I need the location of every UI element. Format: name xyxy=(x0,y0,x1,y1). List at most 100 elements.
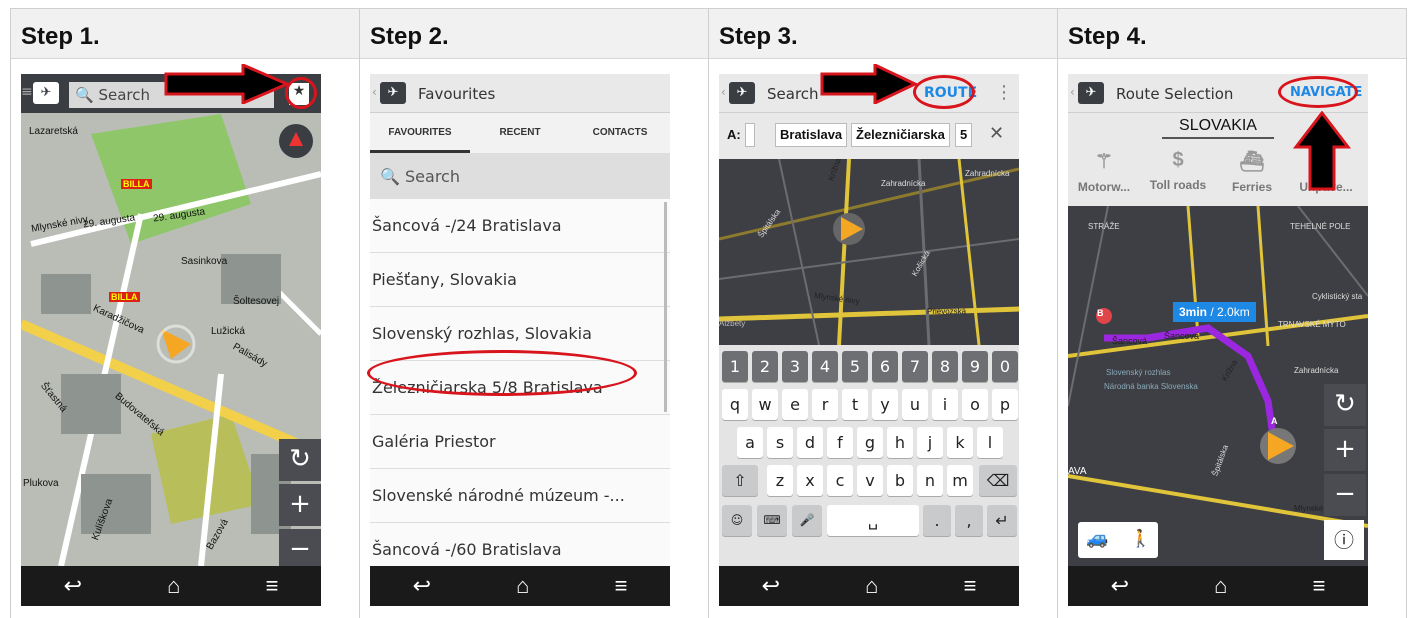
key-x[interactable]: x xyxy=(797,465,823,496)
key-i[interactable]: i xyxy=(932,389,958,420)
rotate-button[interactable]: ↻ xyxy=(279,439,321,481)
address-chip[interactable]: Železničiarska xyxy=(851,123,950,147)
key-7[interactable]: 7 xyxy=(902,351,928,382)
car-icon[interactable]: 🚙 xyxy=(1086,528,1108,549)
back-chevron-icon[interactable]: ‹ xyxy=(721,85,726,99)
key-2[interactable]: 2 xyxy=(752,351,778,382)
period-key[interactable]: . xyxy=(923,505,951,536)
page-title: Favourites xyxy=(418,85,496,103)
map-3d[interactable]: Lazaretská Mlynské nivy 29. augusta 29. … xyxy=(21,74,321,566)
home-icon[interactable]: ⌂ xyxy=(865,573,878,599)
key-c[interactable]: c xyxy=(827,465,853,496)
zoom-out-button[interactable]: − xyxy=(279,529,321,571)
key-8[interactable]: 8 xyxy=(932,351,958,382)
back-icon[interactable]: ↩ xyxy=(1111,573,1129,599)
shift-key-icon[interactable]: ⇧ xyxy=(722,465,758,496)
key-r[interactable]: r xyxy=(812,389,838,420)
backspace-key-icon[interactable]: ⌫ xyxy=(979,465,1017,496)
sygic-logo-icon: ✈ xyxy=(380,82,406,104)
option-motorways[interactable]: ⚚ Motorw... xyxy=(1068,149,1140,194)
menu-icon[interactable]: ≡ xyxy=(266,573,279,599)
tab-recent[interactable]: RECENT xyxy=(470,113,570,153)
list-item[interactable]: Šancová -/24 Bratislava xyxy=(370,199,670,253)
home-icon[interactable]: ⌂ xyxy=(167,573,180,599)
key-y[interactable]: y xyxy=(872,389,898,420)
rotate-button[interactable]: ↻ xyxy=(1324,384,1366,426)
enter-key-icon[interactable]: ↵ xyxy=(987,505,1017,536)
close-icon[interactable]: ✕ xyxy=(989,123,1004,144)
back-chevron-icon[interactable]: ‹ xyxy=(1070,85,1075,99)
key-1[interactable]: 1 xyxy=(722,351,748,382)
key-m[interactable]: m xyxy=(947,465,973,496)
key-b[interactable]: b xyxy=(887,465,913,496)
tab-contacts[interactable]: CONTACTS xyxy=(570,113,670,153)
back-icon[interactable]: ↩ xyxy=(762,573,780,599)
map-2d[interactable]: Zahradnícka Zahradnícka Mlynské nivy Pri… xyxy=(719,159,1019,345)
list-item[interactable]: Piešťany, Slovakia xyxy=(370,253,670,307)
route-duration-badge[interactable]: 3min / 2.0km xyxy=(1173,302,1256,322)
zoom-in-button[interactable]: + xyxy=(1324,429,1366,471)
key-a[interactable]: a xyxy=(737,427,763,458)
key-w[interactable]: w xyxy=(752,389,778,420)
scrollbar[interactable] xyxy=(664,202,667,412)
key-e[interactable]: e xyxy=(782,389,808,420)
home-icon[interactable]: ⌂ xyxy=(516,573,529,599)
list-item[interactable]: Slovenské národné múzeum -... xyxy=(370,469,670,523)
page-title: Search xyxy=(767,85,819,103)
back-icon[interactable]: ↩ xyxy=(64,573,82,599)
menu-icon[interactable]: ≡ xyxy=(615,573,628,599)
tab-favourites[interactable]: FAVOURITES xyxy=(370,113,470,153)
key-l[interactable]: l xyxy=(977,427,1003,458)
key-d[interactable]: d xyxy=(797,427,823,458)
key-s[interactable]: s xyxy=(767,427,793,458)
space-key[interactable]: ␣ xyxy=(827,505,919,536)
route-map[interactable]: B A 3min / 2.0km STRÁŽE TEHELNÉ POLE Cyk… xyxy=(1068,206,1368,566)
option-ferries[interactable]: ⛴ Ferries xyxy=(1216,149,1288,194)
key-q[interactable]: q xyxy=(722,389,748,420)
back-chevron-icon[interactable]: ‹ xyxy=(372,85,377,99)
emoji-key-icon[interactable]: ☺ xyxy=(722,505,752,536)
address-chip[interactable]: 5 xyxy=(955,123,973,147)
key-o[interactable]: o xyxy=(962,389,988,420)
option-toll-roads[interactable]: $ Toll roads xyxy=(1142,149,1214,192)
list-item[interactable]: Galéria Priestor xyxy=(370,415,670,469)
pointer-arrow xyxy=(164,64,291,104)
key-h[interactable]: h xyxy=(887,427,913,458)
info-icon[interactable]: ⓘ xyxy=(1324,520,1364,560)
key-3[interactable]: 3 xyxy=(782,351,808,382)
key-k[interactable]: k xyxy=(947,427,973,458)
key-4[interactable]: 4 xyxy=(812,351,838,382)
key-6[interactable]: 6 xyxy=(872,351,898,382)
key-z[interactable]: z xyxy=(767,465,793,496)
back-icon[interactable]: ↩ xyxy=(413,573,431,599)
compass-icon[interactable] xyxy=(279,124,313,158)
key-0[interactable]: 0 xyxy=(992,351,1018,382)
more-options-icon[interactable]: ⋮ xyxy=(995,82,1013,103)
key-t[interactable]: t xyxy=(842,389,868,420)
menu-icon[interactable]: ≡ xyxy=(1313,573,1326,599)
billa-marker[interactable]: BILLA xyxy=(109,292,140,302)
key-v[interactable]: v xyxy=(857,465,883,496)
address-chip[interactable]: Bratislava xyxy=(775,123,848,147)
favourites-search-input[interactable]: 🔍 Search xyxy=(370,153,670,199)
menu-icon[interactable]: ≡ xyxy=(964,573,977,599)
keyboard-settings-icon[interactable]: ⌨ xyxy=(757,505,787,536)
menu-icon[interactable]: ≡ xyxy=(21,84,33,100)
billa-marker[interactable]: BILLA xyxy=(121,179,152,189)
comma-key[interactable]: , xyxy=(955,505,983,536)
key-n[interactable]: n xyxy=(917,465,943,496)
tab-bar: FAVOURITES RECENT CONTACTS xyxy=(370,113,670,153)
key-f[interactable]: f xyxy=(827,427,853,458)
step-3-cell: Step 3. ‹ ✈ Search ROUTE ⋮ A: Bratislava… xyxy=(708,8,1058,618)
key-5[interactable]: 5 xyxy=(842,351,868,382)
key-9[interactable]: 9 xyxy=(962,351,988,382)
mic-key-icon[interactable]: 🎤 xyxy=(792,505,822,536)
key-u[interactable]: u xyxy=(902,389,928,420)
key-p[interactable]: p xyxy=(992,389,1018,420)
zoom-in-button[interactable]: + xyxy=(279,484,321,526)
zoom-out-button[interactable]: − xyxy=(1324,474,1366,516)
home-icon[interactable]: ⌂ xyxy=(1214,573,1227,599)
key-j[interactable]: j xyxy=(917,427,943,458)
key-g[interactable]: g xyxy=(857,427,883,458)
walk-icon[interactable]: 🚶 xyxy=(1130,529,1151,549)
